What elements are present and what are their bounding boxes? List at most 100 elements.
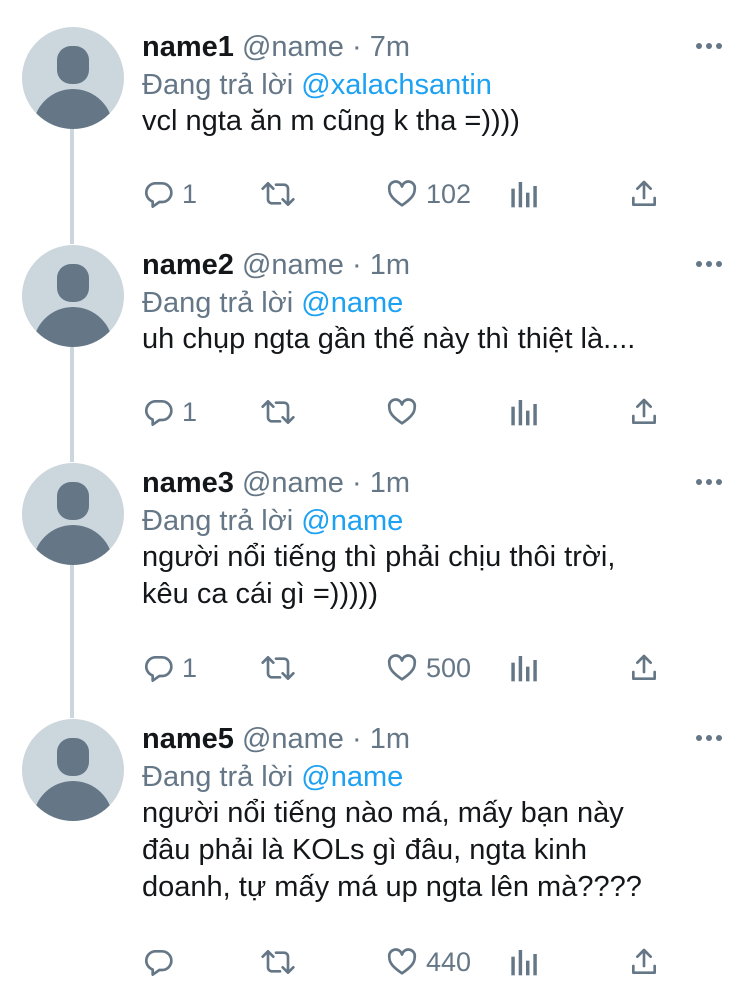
more-icon[interactable] [696, 479, 722, 487]
tweet-text-line: đâu phải là KOLs gì đâu, ngta kinh [142, 834, 587, 866]
reply-count: 1 [182, 178, 198, 209]
like-count: 440 [426, 946, 472, 977]
reply-context: Đang trả lời @name [142, 285, 403, 321]
tweet-actions: 440 [142, 942, 722, 982]
tweet-header: name2 @name · 1m [142, 247, 410, 283]
reply-prefix: Đang trả lời [142, 69, 294, 101]
default-avatar-icon[interactable] [22, 719, 124, 821]
tweet-header: name5 @name · 1m [142, 721, 410, 757]
share-button[interactable] [628, 648, 660, 688]
timestamp[interactable]: 7m [370, 31, 410, 63]
reply-icon [142, 178, 174, 210]
default-avatar-icon[interactable] [22, 27, 124, 129]
reply-icon [142, 652, 174, 684]
analytics-button[interactable] [510, 392, 538, 432]
reply-count: 1 [182, 652, 198, 683]
reply-icon [142, 946, 174, 978]
tweet[interactable]: name5 @name · 1m Đang trả lời @name ngườ… [0, 719, 750, 989]
analytics-icon [510, 396, 538, 428]
reply-button[interactable] [142, 942, 182, 982]
tweet-actions: 1 102 [142, 174, 722, 214]
like-count: 500 [426, 652, 472, 683]
retweet-button[interactable] [260, 942, 304, 982]
analytics-button[interactable] [510, 648, 538, 688]
handle[interactable]: @name [242, 723, 344, 755]
separator: · [352, 31, 362, 63]
timestamp[interactable]: 1m [370, 249, 410, 281]
reply-context: Đang trả lời @name [142, 759, 403, 795]
display-name[interactable]: name3 [142, 467, 234, 499]
retweet-icon [260, 178, 296, 210]
tweet-actions: 1 500 [142, 648, 722, 688]
tweet[interactable]: name2 @name · 1m Đang trả lời @name uh c… [0, 245, 750, 445]
share-button[interactable] [628, 392, 660, 432]
tweet-text-line: người nổi tiếng nào má, mấy bạn này [142, 797, 624, 829]
like-count: 102 [426, 178, 472, 209]
separator: · [352, 467, 362, 499]
retweet-icon [260, 946, 296, 978]
share-icon [628, 178, 660, 210]
handle[interactable]: @name [242, 467, 344, 499]
tweet[interactable]: name1 @name · 7m Đang trả lời @xalachsan… [0, 27, 750, 227]
reply-button[interactable]: 1 [142, 174, 197, 214]
tweet-text: vcl ngta ăn m cũng k tha =)))) [142, 103, 722, 140]
handle[interactable]: @name [242, 249, 344, 281]
display-name[interactable]: name1 [142, 31, 234, 63]
reply-prefix: Đang trả lời [142, 505, 294, 537]
like-icon [386, 946, 418, 978]
share-icon [628, 652, 660, 684]
reply-mention-link[interactable]: @name [301, 761, 403, 793]
tweet-text-line: uh chụp ngta gần thế này thì thiệt là...… [142, 323, 636, 355]
tweet-text: người nổi tiếng thì phải chịu thôi trời,… [142, 539, 722, 613]
reply-icon [142, 396, 174, 428]
tweet[interactable]: name3 @name · 1m Đang trả lời @name ngườ… [0, 463, 750, 703]
analytics-icon [510, 178, 538, 210]
tweet-text: uh chụp ngta gần thế này thì thiệt là...… [142, 321, 722, 358]
reply-mention-link[interactable]: @name [301, 287, 403, 319]
like-icon [386, 652, 418, 684]
like-button[interactable]: 440 [386, 942, 471, 982]
more-icon[interactable] [696, 261, 722, 269]
timestamp[interactable]: 1m [370, 467, 410, 499]
default-avatar-icon[interactable] [22, 463, 124, 565]
tweet-actions: 1 [142, 392, 722, 432]
default-avatar-icon[interactable] [22, 245, 124, 347]
tweet-text-line: kêu ca cái gì =))))) [142, 578, 379, 610]
retweet-icon [260, 396, 296, 428]
retweet-icon [260, 652, 296, 684]
reply-context: Đang trả lời @name [142, 503, 403, 539]
reply-button[interactable]: 1 [142, 392, 197, 432]
tweet-header: name3 @name · 1m [142, 465, 410, 501]
like-icon [386, 396, 418, 428]
reply-button[interactable]: 1 [142, 648, 197, 688]
display-name[interactable]: name5 [142, 723, 234, 755]
tweet-header: name1 @name · 7m [142, 29, 410, 65]
retweet-button[interactable] [260, 648, 304, 688]
share-button[interactable] [628, 174, 660, 214]
reply-mention-link[interactable]: @name [301, 505, 403, 537]
reply-prefix: Đang trả lời [142, 287, 294, 319]
timestamp[interactable]: 1m [370, 723, 410, 755]
reply-prefix: Đang trả lời [142, 761, 294, 793]
separator: · [352, 249, 362, 281]
more-icon[interactable] [696, 735, 722, 743]
tweet-text-line: doanh, tự mấy má up ngta lên mà???? [142, 871, 642, 903]
share-button[interactable] [628, 942, 660, 982]
analytics-button[interactable] [510, 174, 538, 214]
retweet-button[interactable] [260, 174, 304, 214]
tweet-text-line: vcl ngta ăn m cũng k tha =)))) [142, 105, 520, 137]
tweet-text-line: người nổi tiếng thì phải chịu thôi trời, [142, 541, 616, 573]
more-icon[interactable] [696, 43, 722, 51]
share-icon [628, 946, 660, 978]
handle[interactable]: @name [242, 31, 344, 63]
analytics-button[interactable] [510, 942, 538, 982]
like-button[interactable]: 102 [386, 174, 471, 214]
reply-mention-link[interactable]: @xalachsantin [301, 69, 492, 101]
display-name[interactable]: name2 [142, 249, 234, 281]
retweet-button[interactable] [260, 392, 304, 432]
tweet-text: người nổi tiếng nào má, mấy bạn này đâu … [142, 795, 722, 906]
like-button[interactable] [386, 392, 426, 432]
separator: · [352, 723, 362, 755]
reply-context: Đang trả lời @xalachsantin [142, 67, 492, 103]
like-button[interactable]: 500 [386, 648, 471, 688]
